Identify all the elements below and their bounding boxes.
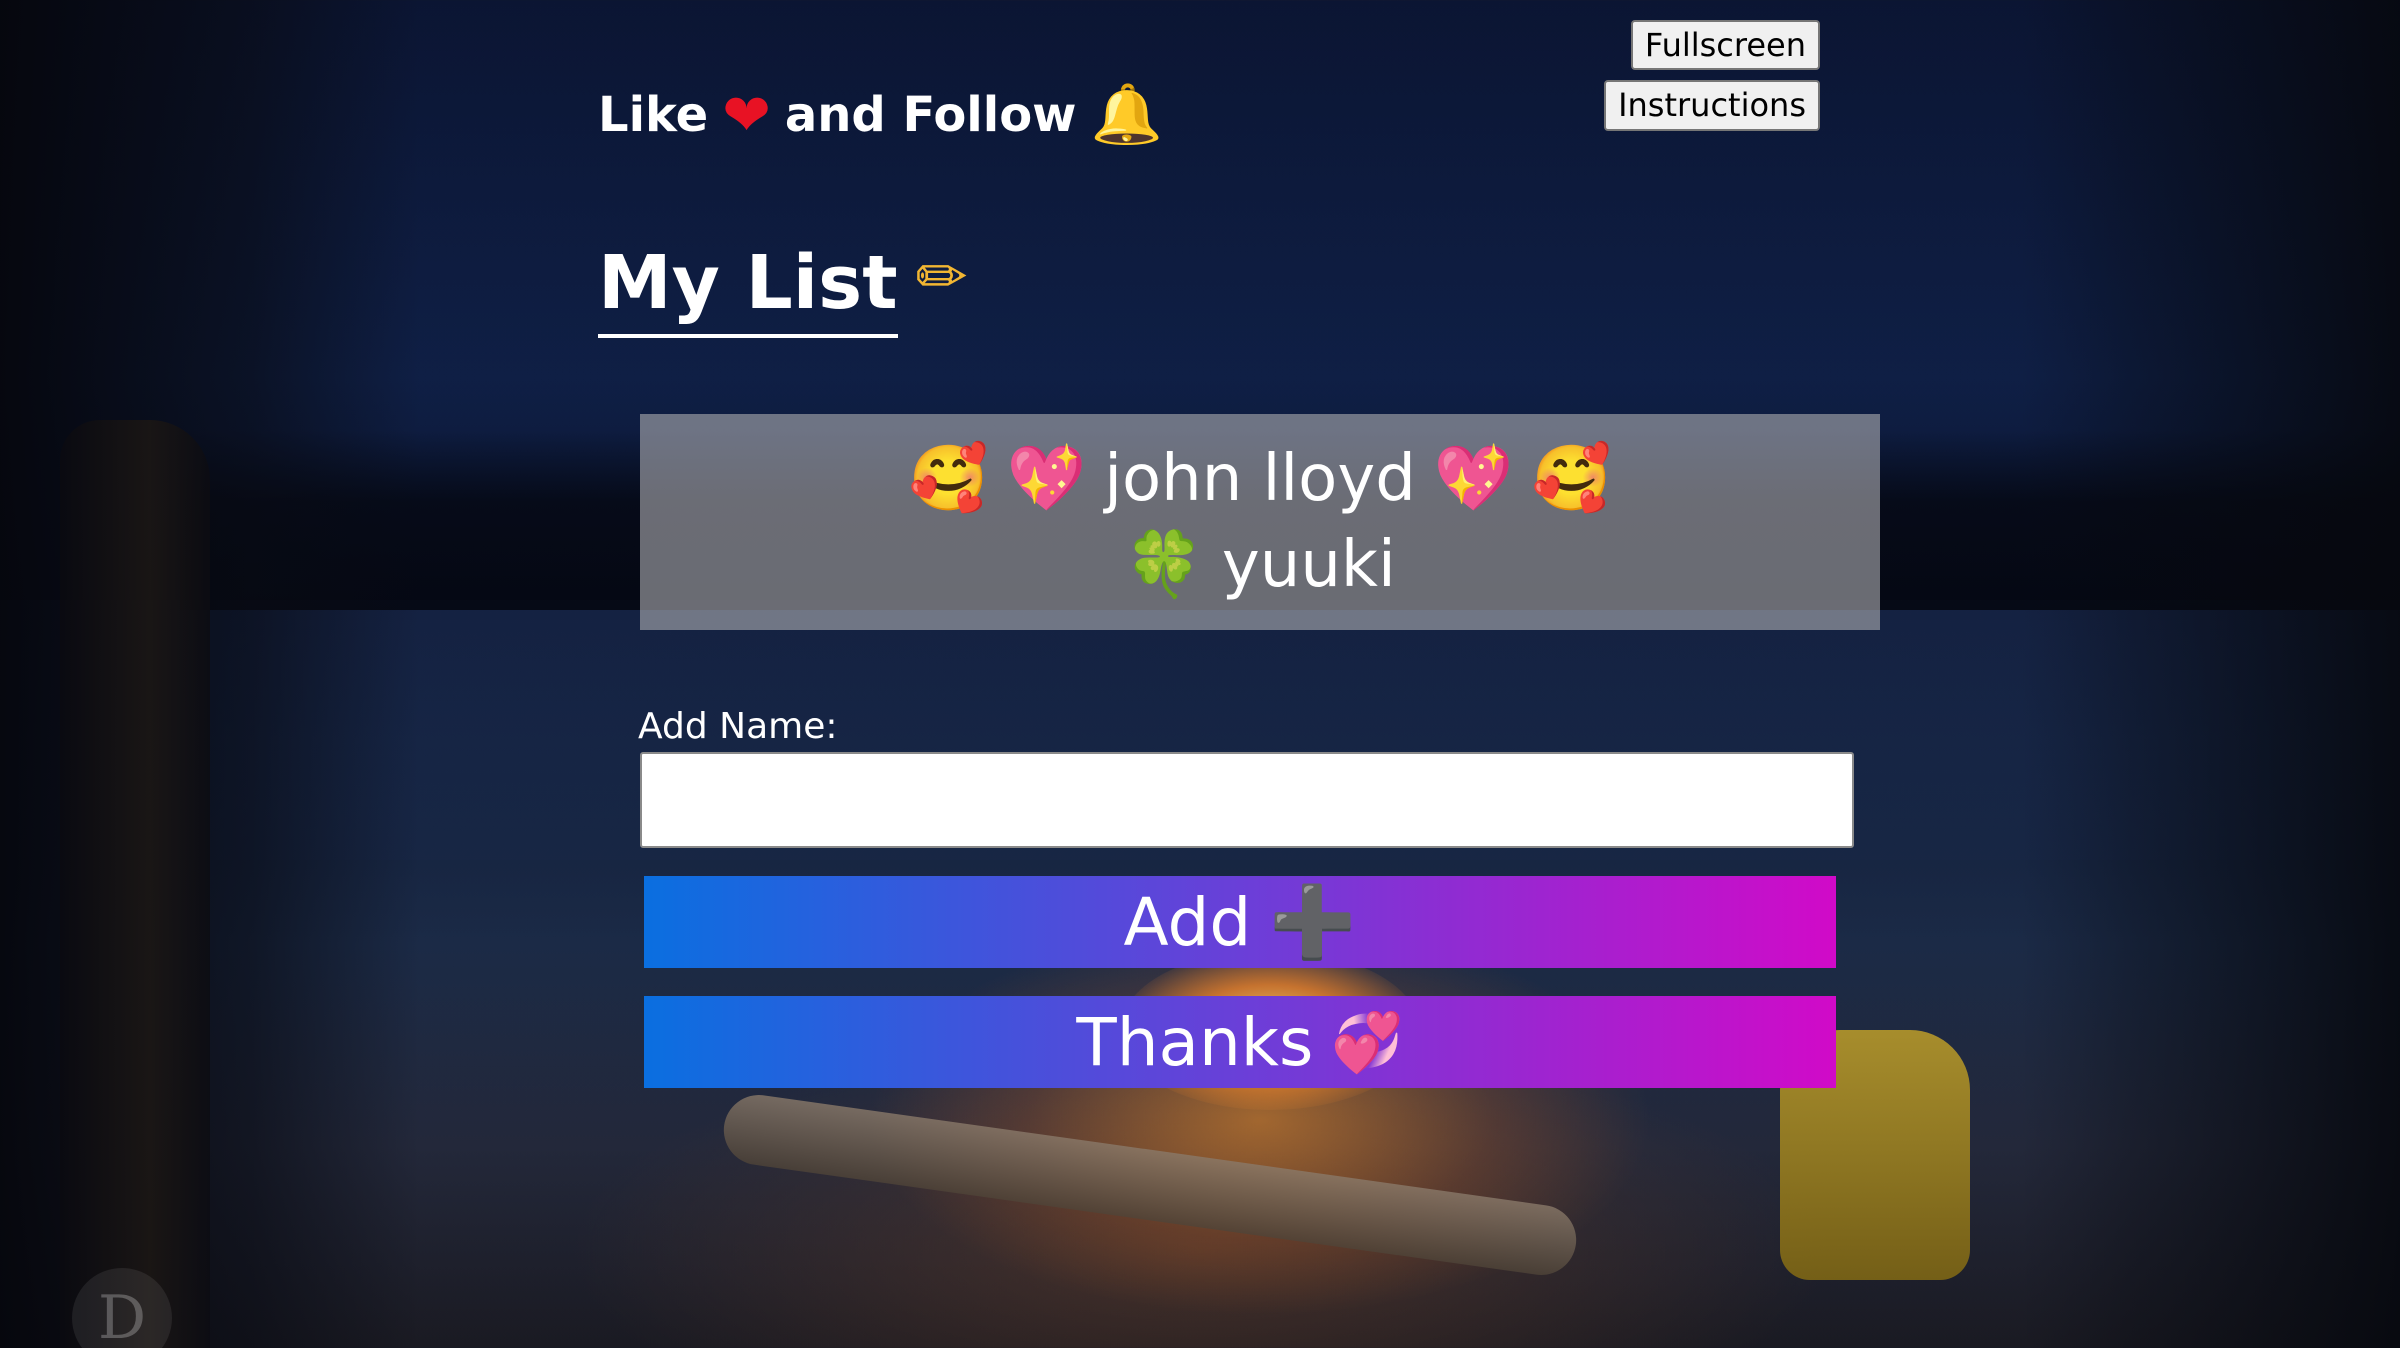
add-button[interactable]: Add ➕ bbox=[644, 876, 1836, 968]
add-name-label: Add Name: bbox=[638, 706, 838, 747]
list-item-name: john lloyd bbox=[1104, 441, 1416, 516]
tree-trunk bbox=[60, 420, 210, 1348]
page-title-text: My List bbox=[598, 240, 898, 338]
clover-icon: 🍀 bbox=[1124, 528, 1204, 602]
plus-icon: ➕ bbox=[1269, 880, 1357, 963]
instructions-button[interactable]: Instructions bbox=[1604, 80, 1820, 131]
list-item: 🍀 yuuki bbox=[1124, 522, 1396, 608]
thanks-button[interactable]: Thanks 💞 bbox=[644, 996, 1836, 1088]
pencil-icon: ✏ bbox=[915, 240, 968, 313]
heart-icon: ❤ bbox=[722, 80, 771, 149]
fullscreen-button[interactable]: Fullscreen bbox=[1630, 20, 1820, 71]
bell-icon: 🔔 bbox=[1090, 80, 1163, 148]
smiling-hearts-icon: 🥰 bbox=[908, 441, 989, 516]
top-button-group: Fullscreen Instructions bbox=[1604, 20, 1820, 131]
like-text: Like bbox=[598, 86, 709, 143]
list-item: 🥰 💖 john lloyd 💖 🥰 bbox=[909, 436, 1611, 522]
right-tree-shadow bbox=[2020, 0, 2400, 1348]
sparkling-heart-icon: 💖 bbox=[1433, 441, 1514, 516]
thanks-button-label: Thanks bbox=[1076, 1003, 1314, 1081]
page-title: My List ✏ bbox=[598, 240, 968, 338]
smiling-hearts-icon: 🥰 bbox=[1531, 441, 1612, 516]
list-item-name: yuuki bbox=[1221, 528, 1396, 602]
add-button-label: Add bbox=[1123, 883, 1252, 961]
driftwood-log bbox=[719, 1090, 1581, 1280]
sparkling-heart-icon: 💖 bbox=[1006, 441, 1087, 516]
name-list: 🥰 💖 john lloyd 💖 🥰 🍀 yuuki bbox=[640, 414, 1880, 630]
like-follow-banner: Like ❤ and Follow 🔔 bbox=[598, 80, 1163, 149]
follow-text: and Follow bbox=[784, 86, 1077, 143]
name-input[interactable] bbox=[640, 752, 1854, 848]
revolving-hearts-icon: 💞 bbox=[1331, 1007, 1404, 1076]
